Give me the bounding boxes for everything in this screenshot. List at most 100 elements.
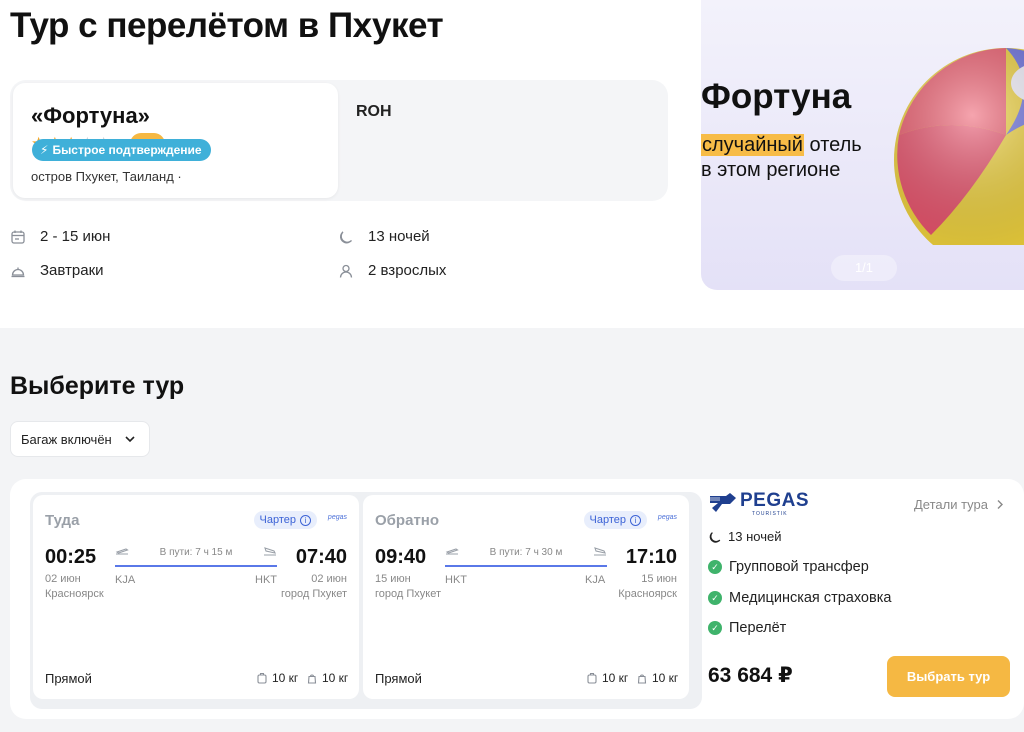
tour-details-label: Детали тура — [913, 497, 988, 512]
airline-logo: pegas — [657, 514, 677, 521]
feature-flight: ✓ Перелёт — [708, 620, 786, 636]
moon-icon — [338, 229, 354, 245]
flight-duration: В пути: 7 ч 30 м — [489, 547, 563, 558]
departure-city: город Пхукет — [375, 588, 441, 600]
flight-type: Прямой — [45, 671, 92, 686]
feature-transfer: ✓ Групповой трансфер — [708, 559, 869, 575]
promo-line2: в этом регионе — [701, 159, 841, 181]
airline-logo: pegas — [327, 514, 347, 521]
arrival-code: KJA — [585, 574, 606, 586]
operator-subname: TOURISTIK — [752, 511, 788, 517]
top-section: Тур с перелётом в Пхукет «Фортуна» ★ ★ ★… — [0, 0, 1024, 328]
fact-nights: 13 ночей — [338, 228, 430, 245]
hotel-name[interactable]: «Фортуна» — [31, 103, 150, 129]
departure-date: 15 июн — [375, 573, 411, 585]
departure-time: 09:40 — [375, 546, 427, 568]
flight-direction: Туда — [45, 512, 80, 529]
baggage-filter-dropdown[interactable]: Багаж включён — [10, 421, 150, 457]
charter-badge: Чартер i — [253, 511, 317, 529]
check-icon: ✓ — [708, 591, 722, 605]
arrival-time: 07:40 — [295, 546, 347, 568]
checked-luggage-weight: 10 кг — [322, 671, 349, 685]
suitcase-icon — [257, 672, 267, 684]
bag-icon — [637, 674, 647, 684]
promo-title: Фортуна — [701, 77, 852, 116]
landing-icon — [594, 547, 607, 556]
promo-text-rest: отель — [803, 134, 862, 156]
departure-code: KJA — [115, 574, 136, 586]
charter-badge: Чартер i — [583, 511, 647, 529]
promo-text: случайный отель в этом регионе — [701, 133, 862, 183]
flight-duration: В пути: 7 ч 15 м — [159, 547, 233, 558]
flight-return[interactable]: Обратно Чартер i pegas 09:40 15 июн горо… — [363, 495, 689, 699]
tour-price: 63 684 ₽ — [708, 664, 793, 687]
fast-confirmation-badge: ⚡ Быстрое подтверждение — [32, 139, 211, 161]
info-icon[interactable]: i — [300, 514, 311, 526]
departure-date: 02 июн — [45, 573, 81, 585]
checked-luggage: 10 кг — [637, 671, 678, 685]
beach-ball-icon — [894, 48, 1024, 245]
departure-time: 00:25 — [45, 546, 97, 568]
flight-type: Прямой — [375, 671, 422, 686]
meal-code: ROH — [356, 103, 392, 120]
hand-luggage-weight: 10 кг — [272, 671, 299, 685]
flights-container: Туда Чартер i pegas 00:25 02 июн Красноя… — [30, 492, 702, 709]
tour-nights: 13 ночей — [708, 529, 781, 544]
feature-label: Медицинская страховка — [729, 590, 892, 606]
departure-code: HKT — [445, 574, 467, 586]
hand-luggage: 10 кг — [587, 671, 628, 685]
checked-luggage-weight: 10 кг — [652, 671, 679, 685]
arrival-date: 02 июн — [311, 573, 347, 585]
arrival-date: 15 июн — [641, 573, 677, 585]
person-icon — [338, 263, 354, 279]
choose-tour-button[interactable]: Выбрать тур — [887, 656, 1010, 697]
feature-label: Групповой трансфер — [729, 559, 869, 575]
fact-dates-text: 2 - 15 июн — [40, 228, 111, 245]
chevron-down-icon — [125, 436, 135, 443]
bag-icon — [307, 674, 317, 684]
lightning-icon: ⚡ — [40, 143, 49, 157]
arrival-city: Красноярск — [618, 588, 677, 600]
operator-name: PEGAS — [740, 490, 810, 511]
cloche-icon — [10, 263, 26, 279]
tour-details-link[interactable]: Детали тура — [914, 497, 1004, 512]
fact-guests: 2 взрослых — [338, 262, 446, 279]
fact-nights-text: 13 ночей — [368, 228, 430, 245]
page-title: Тур с перелётом в Пхукет — [10, 6, 444, 45]
promo-banner[interactable]: Фортуна случайный отель в этом регионе 1… — [701, 0, 1024, 290]
flight-outbound[interactable]: Туда Чартер i pegas 00:25 02 июн Красноя… — [33, 495, 359, 699]
route-line — [445, 565, 607, 567]
info-icon[interactable]: i — [630, 514, 641, 526]
fact-dates: 2 - 15 июн — [10, 228, 110, 245]
section-title: Выберите тур — [10, 372, 185, 400]
promo-counter: 1/1 — [831, 255, 897, 281]
hotel-location: остров Пхукет, Таиланд · — [31, 169, 182, 184]
checked-luggage: 10 кг — [307, 671, 348, 685]
flight-direction: Обратно — [375, 512, 440, 529]
fact-meal-text: Завтраки — [40, 262, 104, 279]
feature-label: Перелёт — [729, 620, 787, 636]
arrival-time: 17:10 — [625, 546, 677, 568]
tour-selection-section: Выберите тур Багаж включён Туда Чартер i… — [0, 328, 1024, 732]
tour-nights-text: 13 ночей — [728, 529, 782, 544]
feature-insurance: ✓ Медицинская страховка — [708, 590, 891, 606]
operator-logo: PEGAS TOURISTIK — [708, 490, 810, 518]
check-icon: ✓ — [708, 560, 722, 574]
route-line — [115, 565, 277, 567]
check-icon: ✓ — [708, 621, 722, 635]
arrival-code: HKT — [255, 574, 277, 586]
charter-label: Чартер — [589, 514, 626, 526]
suitcase-icon — [587, 672, 597, 684]
baggage-filter-label: Багаж включён — [21, 431, 112, 447]
arrival-city: город Пхукет — [281, 588, 347, 600]
promo-highlight: случайный — [701, 134, 804, 156]
moon-icon — [709, 531, 721, 543]
hand-luggage-weight: 10 кг — [602, 671, 629, 685]
chevron-right-icon — [997, 500, 1003, 509]
charter-label: Чартер — [259, 514, 296, 526]
fast-confirmation-label: Быстрое подтверждение — [52, 143, 202, 157]
fact-guests-text: 2 взрослых — [368, 262, 447, 279]
departure-city: Красноярск — [45, 588, 104, 600]
calendar-icon — [10, 229, 26, 245]
landing-icon — [264, 547, 277, 556]
